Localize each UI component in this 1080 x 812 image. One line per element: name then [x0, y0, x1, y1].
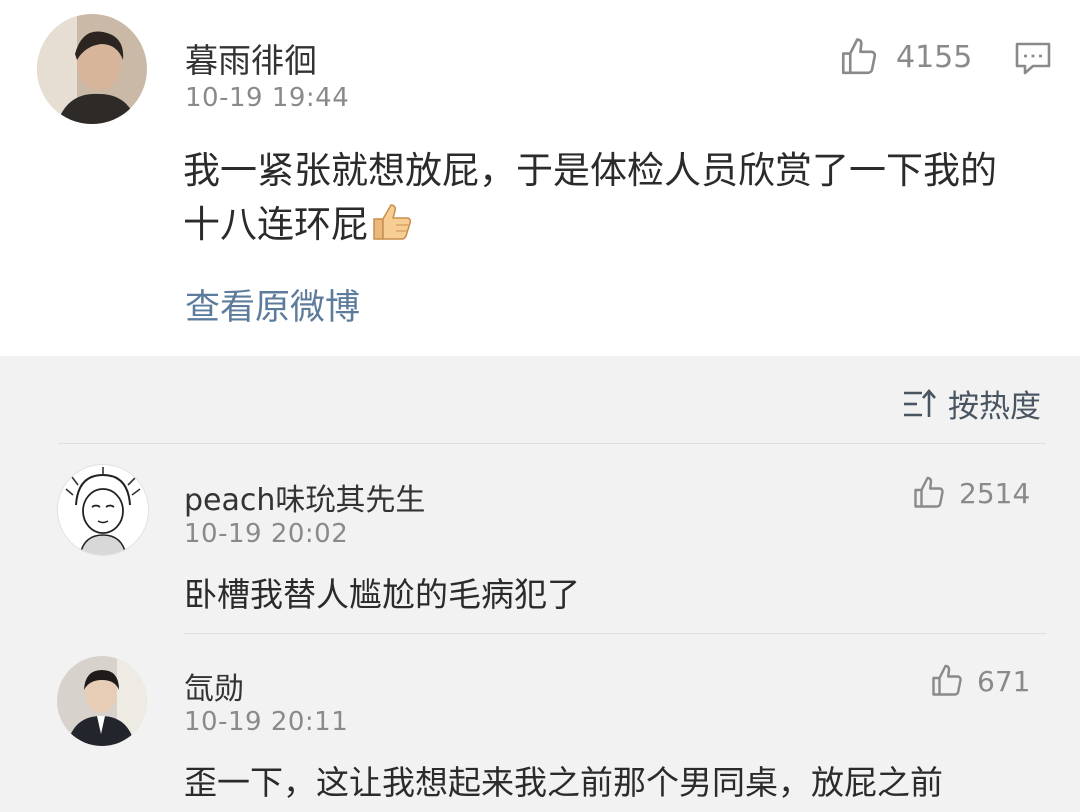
post-text-line2-text: 十八连环屁 — [183, 203, 368, 246]
comment-like-count: 671 — [977, 664, 1031, 698]
original-post: 暮雨徘徊 10-19 19:44 4155 我一紧张就想放屁，于是体检人员欣赏了… — [0, 0, 1080, 356]
like-count: 4155 — [896, 39, 973, 75]
author-name[interactable]: 暮雨徘徊 — [185, 34, 317, 82]
comment-text: 卧槽我替人尴尬的毛病犯了 — [184, 575, 580, 614]
comment-timestamp: 10-19 20:02 — [184, 519, 349, 549]
sort-icon — [904, 388, 936, 417]
sort-by-hot-button[interactable]: 按热度 — [902, 381, 1041, 426]
author-avatar[interactable] — [37, 14, 147, 124]
thumbs-up-icon — [932, 664, 962, 696]
comment-divider — [184, 633, 1046, 634]
comment-author[interactable]: 氙勋 — [184, 664, 244, 708]
view-original-link[interactable]: 查看原微博 — [185, 279, 360, 330]
section-divider — [58, 443, 1046, 444]
comment-avatar[interactable] — [57, 656, 147, 746]
comment-timestamp: 10-19 20:11 — [184, 707, 349, 737]
sort-label: 按热度 — [948, 389, 1041, 425]
comment-like-count: 2514 — [959, 476, 1031, 510]
comment-author[interactable]: peach味玧其先生 — [184, 475, 425, 519]
post-text-line1: 我一紧张就想放屁，于是体检人员欣赏了一下我的 — [183, 149, 997, 192]
comment-avatar[interactable] — [57, 464, 149, 556]
thumbs-up-emoji-icon — [373, 204, 412, 240]
comment-text: 歪一下，这让我想起来我之前那个男同桌，放屁之前 — [184, 763, 943, 802]
thumbs-up-icon — [841, 38, 877, 75]
post-timestamp: 10-19 19:44 — [185, 83, 350, 113]
comment-like-button[interactable]: 671 — [929, 663, 1030, 699]
comment-like-button[interactable]: 2514 — [911, 475, 1030, 511]
thumbs-up-icon — [914, 476, 944, 508]
like-button[interactable]: 4155 — [838, 36, 972, 78]
post-text-line2: 十八连环屁 — [183, 194, 416, 248]
comment-icon[interactable] — [1013, 40, 1053, 76]
